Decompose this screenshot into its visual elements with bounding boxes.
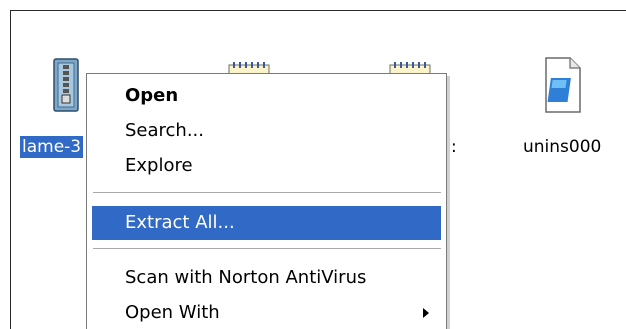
archive-folder-icon[interactable] (48, 55, 84, 115)
menu-item-search[interactable]: Search... (92, 114, 441, 148)
notepad-document-icon[interactable] (388, 60, 432, 76)
context-menu: Open Search... Explore Extract All... Sc… (86, 73, 447, 329)
uninstall-data-file-icon[interactable] (542, 56, 582, 114)
menu-item-open[interactable]: Open (92, 79, 441, 113)
menu-separator (93, 192, 441, 194)
window-border-top (10, 10, 626, 11)
explorer-window: lame-3 : unins000 Open Search... Explore… (0, 0, 626, 329)
menu-item-open-with[interactable]: Open With (92, 296, 441, 329)
menu-item-open-with-label: Open With (125, 302, 220, 323)
menu-item-scan-norton[interactable]: Scan with Norton AntiVirus (92, 261, 441, 295)
file-label-fragment: : (451, 137, 457, 157)
menu-item-explore[interactable]: Explore (92, 149, 441, 183)
submenu-arrow-icon (423, 308, 429, 318)
file-label-unins000[interactable]: unins000 (523, 136, 601, 158)
notepad-document-icon[interactable] (227, 60, 271, 76)
menu-item-extract-all[interactable]: Extract All... (92, 206, 441, 240)
window-border-left (10, 10, 11, 329)
menu-separator (93, 248, 441, 250)
file-label-lame[interactable]: lame-3 (20, 136, 84, 158)
